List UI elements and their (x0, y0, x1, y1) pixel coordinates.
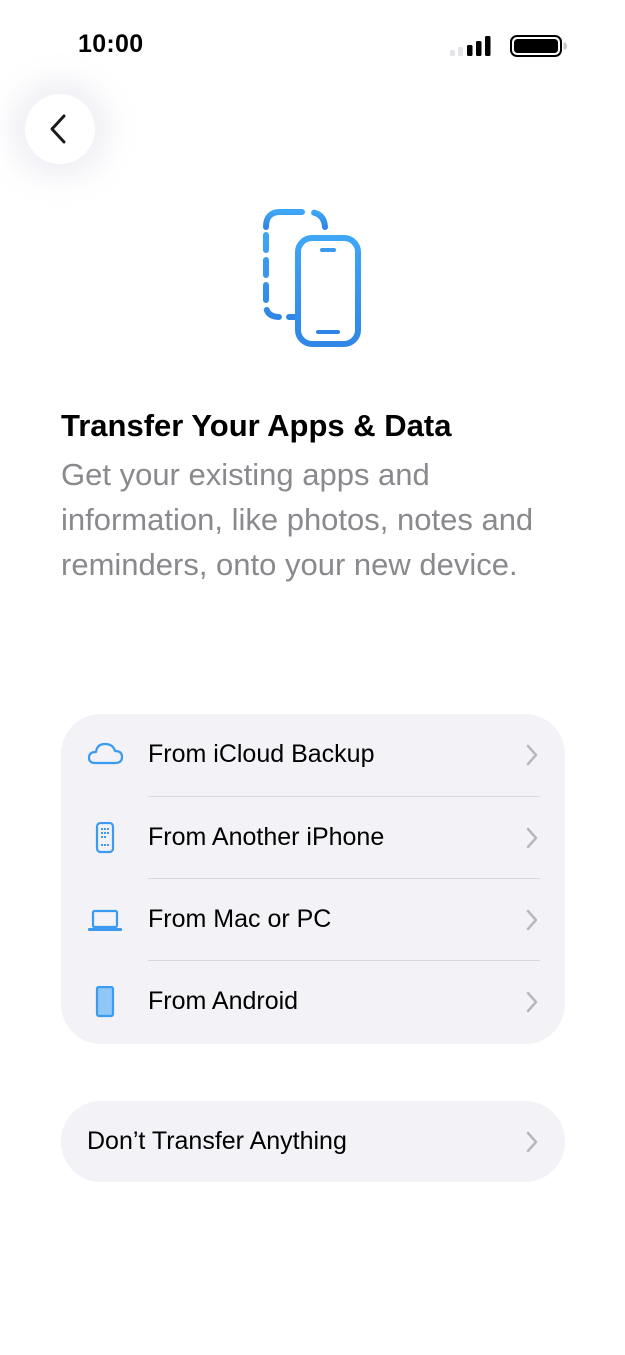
status-time: 10:00 (78, 30, 144, 58)
back-button[interactable] (25, 94, 95, 164)
option-mac-or-pc[interactable]: From Mac or PC (61, 879, 565, 961)
chevron-right-icon (526, 991, 538, 1013)
chevron-left-icon (50, 114, 66, 144)
chevron-right-icon (526, 909, 538, 931)
cellular-signal-icon (450, 36, 491, 56)
chevron-right-icon (526, 744, 538, 766)
dont-transfer-button[interactable]: Don’t Transfer Anything (61, 1101, 565, 1182)
option-label: From Android (148, 987, 299, 1015)
option-label: From iCloud Backup (148, 740, 375, 768)
option-label: From Another iPhone (148, 823, 385, 851)
option-label: From Mac or PC (148, 905, 332, 933)
phone-transfer-icon (263, 209, 361, 347)
android-phone-icon (95, 986, 115, 1018)
cloud-icon (87, 742, 124, 765)
option-icloud-backup[interactable]: From iCloud Backup (61, 714, 565, 796)
transfer-options-list: From iCloud Backup From Another iPhone F… (61, 714, 565, 1044)
chevron-right-icon (526, 827, 538, 849)
laptop-icon (88, 909, 122, 931)
battery-icon (510, 35, 567, 57)
dont-transfer-label: Don’t Transfer Anything (87, 1127, 347, 1155)
iphone-icon (95, 822, 115, 854)
chevron-right-icon (526, 1131, 538, 1153)
page-subtitle: Get your existing apps and information, … (61, 457, 534, 582)
option-android[interactable]: From Android (61, 961, 565, 1043)
option-another-iphone[interactable]: From Another iPhone (61, 797, 565, 879)
page-title: Transfer Your Apps & Data (61, 408, 452, 443)
